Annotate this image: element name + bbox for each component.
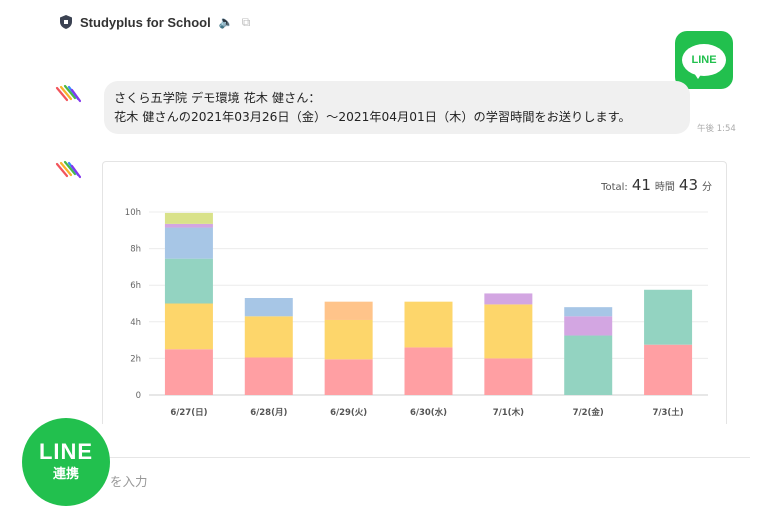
y-tick-label: 10h — [125, 208, 141, 218]
bar-segment — [644, 289, 693, 345]
y-tick-label: 4h — [130, 318, 141, 328]
x-tick-label: 7/1(木) — [493, 407, 524, 418]
bar-segment — [164, 303, 213, 350]
external-link-icon[interactable]: ⧉ — [242, 15, 251, 30]
message-bubble: さくら五学院 デモ環境 花木 健さん： 花木 健さんの2021年03月26日（金… — [104, 81, 690, 134]
speaker-icon[interactable]: 🔈 — [219, 15, 234, 29]
line-button-sublabel: 連携 — [52, 467, 79, 482]
bar-segment — [164, 258, 213, 304]
y-tick-label: 0 — [136, 391, 141, 401]
x-tick-label: 6/29(火) — [330, 408, 367, 418]
pencils-avatar-icon — [55, 160, 81, 179]
message-timestamp: 午後 1:54 — [697, 124, 736, 134]
bar-segment — [324, 301, 373, 320]
message-input-divider — [110, 457, 750, 458]
bar-segment — [164, 223, 213, 228]
x-tick-label: 7/2(金) — [573, 407, 604, 418]
x-tick-label: 6/30(水) — [410, 407, 447, 418]
line-button-label: LINE — [38, 439, 94, 464]
bar-segment — [244, 316, 293, 358]
message-input[interactable]: を入力 — [110, 471, 148, 490]
line-logo: LINE — [675, 31, 733, 89]
bar-segment — [484, 304, 533, 359]
app-name[interactable]: Studyplus for School — [80, 15, 211, 30]
shield-icon — [60, 15, 72, 29]
bar-segment — [404, 347, 453, 395]
bar-segment — [564, 316, 613, 336]
message-line-2: 花木 健さんの2021年03月26日（金）〜2021年04月01日（木）の学習時… — [114, 110, 631, 124]
line-link-button[interactable]: LINE 連携 — [22, 418, 110, 506]
pencils-avatar-icon — [55, 84, 81, 103]
y-tick-label: 6h — [130, 281, 141, 291]
study-time-chart: 0 2h 4h 6h 8h 10h 6/27(日) 6/28(月) 6/29(火) 6/30(水)… — [125, 208, 708, 418]
x-tick-label: 6/28(月) — [250, 408, 287, 418]
bar-segment — [164, 227, 213, 259]
bar-segment — [244, 298, 293, 317]
bar-segment — [404, 301, 453, 348]
y-tick-label: 8h — [130, 245, 141, 255]
message-line-1: さくら五学院 デモ環境 花木 健さん： — [114, 91, 321, 105]
app-header: Studyplus for School 🔈 ⧉ — [60, 10, 250, 34]
bar-segment — [484, 293, 533, 305]
line-logo-text: LINE — [682, 44, 726, 79]
bar-segment — [244, 357, 293, 395]
bar-segment — [164, 349, 213, 395]
bar-segment — [324, 359, 373, 395]
study-time-card: Total: 41 時間 43 分 0 2h 4h 6h 8h 10h 6/27(日) 6/2… — [102, 161, 727, 424]
bar-segment — [644, 344, 693, 395]
bar-segment — [484, 358, 533, 395]
x-tick-label: 6/27(日) — [170, 408, 207, 418]
bar-segment — [564, 307, 613, 317]
bar-segment — [164, 212, 213, 224]
bar-segment — [324, 319, 373, 360]
bar-segment — [564, 335, 613, 395]
x-tick-label: 7/3(土) — [652, 407, 683, 418]
y-tick-label: 2h — [130, 354, 141, 364]
